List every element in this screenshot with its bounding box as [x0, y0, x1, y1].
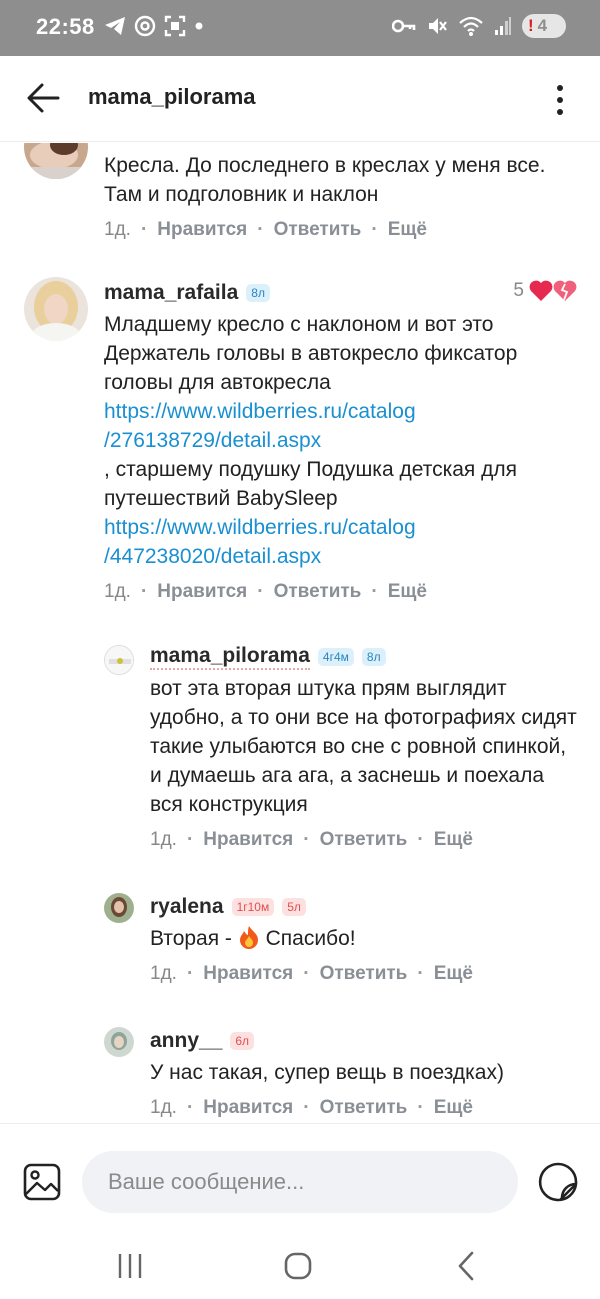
back-arrow-icon [27, 83, 60, 113]
comment-actions: 1д. · Нравится · Ответить · Ещё [150, 1097, 473, 1119]
message-input[interactable] [82, 1151, 518, 1213]
comment-link[interactable]: https://www.wildberries.ru/catalog [104, 400, 416, 423]
more-button[interactable]: Ещё [388, 581, 427, 603]
avatar[interactable] [104, 893, 134, 923]
nav-recents-icon [118, 1254, 142, 1278]
avatar[interactable] [104, 645, 134, 675]
likes-count: 5 [513, 280, 524, 301]
battery-alert: ! [528, 16, 534, 35]
back-button[interactable] [22, 78, 66, 118]
comment-text: Кресла. До последнего в креслах у меня в… [104, 154, 546, 206]
page-title: mama_pilorama [88, 84, 256, 109]
likes-indicator[interactable]: 5 [513, 279, 578, 303]
system-nav-bar [0, 1235, 600, 1299]
comment-item: mama_rafaila 8л Младшему кресло с наклон… [0, 277, 600, 622]
more-button[interactable]: Ещё [388, 219, 427, 241]
avatar[interactable] [24, 143, 88, 179]
like-button[interactable]: Нравится [203, 1097, 293, 1119]
nav-back-icon [458, 1251, 474, 1281]
at-sign-icon [134, 15, 156, 37]
reply-button[interactable]: Ответить [320, 829, 408, 851]
more-button[interactable]: Ещё [434, 963, 473, 985]
avatar[interactable] [24, 277, 88, 341]
comment-author[interactable]: ryalena [150, 895, 224, 919]
comment-text: вот эта вторая штука прям выглядит удобн… [150, 677, 577, 816]
author-badge: 8л [361, 648, 386, 666]
battery-level: 4 [537, 16, 548, 35]
nav-home-icon [284, 1252, 312, 1280]
comment-item: ryalena 1г10м 5л Вторая - Спасибо! 1д. ·… [0, 893, 600, 1008]
comment-author[interactable]: anny__ [150, 1029, 222, 1053]
comment-author[interactable]: mama_rafaila [104, 281, 238, 305]
fire-emoji-icon [239, 926, 258, 949]
comment-text: У нас такая, супер вещь в поездках) [150, 1061, 504, 1084]
heart-broken-icon [553, 280, 577, 301]
like-button[interactable]: Нравится [157, 219, 247, 241]
comment-time: 1д. [150, 963, 177, 984]
author-badge: 6л [230, 1032, 255, 1050]
status-bar: 22:58 ! 4 [0, 0, 600, 56]
comment-time: 1д. [104, 581, 131, 602]
sticker-icon [538, 1162, 578, 1202]
comment-time: 1д. [150, 1097, 177, 1118]
image-icon [23, 1163, 61, 1201]
telegram-icon [105, 17, 125, 35]
signal-icon [495, 17, 511, 35]
status-right-icons: ! 4 [392, 14, 566, 38]
like-button[interactable]: Нравится [203, 963, 293, 985]
status-left-icons [104, 15, 204, 37]
comment-item: mama_pilorama 4г4м 8л вот эта вторая шту… [0, 643, 600, 873]
more-options-button[interactable] [542, 80, 578, 120]
battery-indicator: ! 4 [522, 14, 566, 38]
author-badge: 4г4м [317, 648, 354, 666]
comment-author[interactable]: mama_pilorama [150, 644, 310, 670]
comment-actions: 1д. · Нравится · Ответить · Ещё [104, 219, 427, 241]
author-badge: 8л [246, 284, 270, 302]
comment-link[interactable]: https://www.wildberries.ru/catalog [104, 516, 416, 539]
comment-time: 1д. [150, 829, 177, 850]
wifi-icon [459, 16, 483, 36]
more-button[interactable]: Ещё [434, 829, 473, 851]
comment-time: 1д. [104, 219, 131, 240]
like-button[interactable]: Нравится [157, 581, 247, 603]
screenshot-icon [164, 15, 186, 37]
comment-actions: 1д. · Нравится · Ответить · Ещё [150, 963, 473, 985]
sticker-button[interactable] [536, 1160, 580, 1204]
heart-icon [529, 280, 553, 301]
comment-link[interactable]: /447238020/detail.aspx [104, 545, 321, 568]
author-badge: 1г10м [231, 898, 275, 916]
message-composer [0, 1123, 600, 1235]
comment-text: Младшему кресло с наклоном и вот это Дер… [104, 313, 518, 568]
comment-actions: 1д. · Нравится · Ответить · Ещё [104, 581, 427, 603]
nav-recents-button[interactable] [110, 1249, 150, 1283]
author-badge: 5л [282, 898, 306, 916]
more-vertical-icon [557, 85, 563, 115]
comment-actions: 1д. · Нравится · Ответить · Ещё [150, 829, 473, 851]
reply-button[interactable]: Ответить [274, 219, 362, 241]
mute-icon [429, 18, 447, 34]
comments-list: Кресла. До последнего в креслах у меня в… [0, 143, 600, 1123]
comment-text: Вторая - Спасибо! [150, 926, 356, 950]
avatar[interactable] [104, 1027, 134, 1057]
key-icon [392, 19, 416, 33]
reply-button[interactable]: Ответить [274, 581, 362, 603]
reply-button[interactable]: Ответить [320, 963, 408, 985]
attach-image-button[interactable] [20, 1162, 64, 1202]
comment-link[interactable]: /276138729/detail.aspx [104, 429, 321, 452]
nav-home-button[interactable] [278, 1249, 318, 1283]
comment-item: Кресла. До последнего в креслах у меня в… [0, 143, 600, 263]
like-button[interactable]: Нравится [203, 829, 293, 851]
reply-button[interactable]: Ответить [320, 1097, 408, 1119]
status-time: 22:58 [36, 14, 95, 39]
dot-icon [195, 22, 203, 30]
nav-back-button[interactable] [446, 1249, 486, 1283]
comment-item: anny__ 6л У нас такая, супер вещь в поез… [0, 1027, 600, 1123]
app-header: mama_pilorama [0, 56, 600, 142]
more-button[interactable]: Ещё [434, 1097, 473, 1119]
